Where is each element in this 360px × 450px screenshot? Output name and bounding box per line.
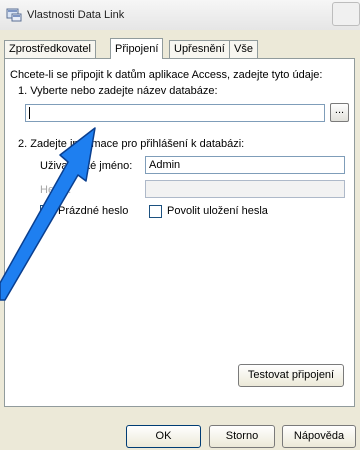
help-button[interactable]: Nápověda [282, 425, 356, 448]
test-connection-button[interactable]: Testovat připojení [238, 364, 344, 387]
cancel-button[interactable]: Storno [209, 425, 275, 448]
username-label: Uživatelské jméno: [40, 160, 133, 172]
ok-button[interactable]: OK [126, 425, 201, 448]
username-input[interactable]: Admin [145, 156, 345, 174]
password-label: Heslo: [40, 184, 72, 196]
allow-saving-password-label: Povolit uložení hesla [167, 205, 268, 217]
connection-panel: Chcete-li se připojit k datům aplikace A… [4, 58, 355, 407]
data-link-icon [6, 8, 22, 22]
step2-label: 2. Zadejte informace pro přihlášení k da… [18, 138, 245, 150]
intro-text: Chcete-li se připojit k datům aplikace A… [10, 69, 323, 81]
dialog-client-area: Zprostředkovatel Připojení Upřesnění Vše… [0, 30, 360, 450]
window-title: Vlastnosti Data Link [27, 9, 125, 21]
allow-saving-password-checkbox[interactable] [149, 205, 162, 218]
password-input[interactable] [145, 180, 345, 198]
title-bar[interactable]: Vlastnosti Data Link [0, 0, 360, 31]
blank-password-label: Prázdné heslo [58, 205, 129, 217]
blank-password-checkbox[interactable]: ✔ [40, 205, 53, 218]
step1-label: 1. Vyberte nebo zadejte název databáze: [18, 85, 218, 97]
checkmark-icon: ✔ [43, 206, 53, 218]
database-name-input[interactable] [25, 104, 325, 122]
text-caret [29, 107, 30, 119]
tab-advanced[interactable]: Upřesnění [169, 40, 230, 58]
tab-all[interactable]: Vše [229, 40, 258, 58]
tab-provider[interactable]: Zprostředkovatel [4, 40, 96, 58]
browse-button[interactable]: ... [330, 103, 349, 122]
window-control-button[interactable] [332, 2, 360, 26]
tab-connection[interactable]: Připojení [110, 38, 164, 59]
data-link-properties-window: Vlastnosti Data Link Zprostředkovatel Př… [0, 0, 360, 450]
